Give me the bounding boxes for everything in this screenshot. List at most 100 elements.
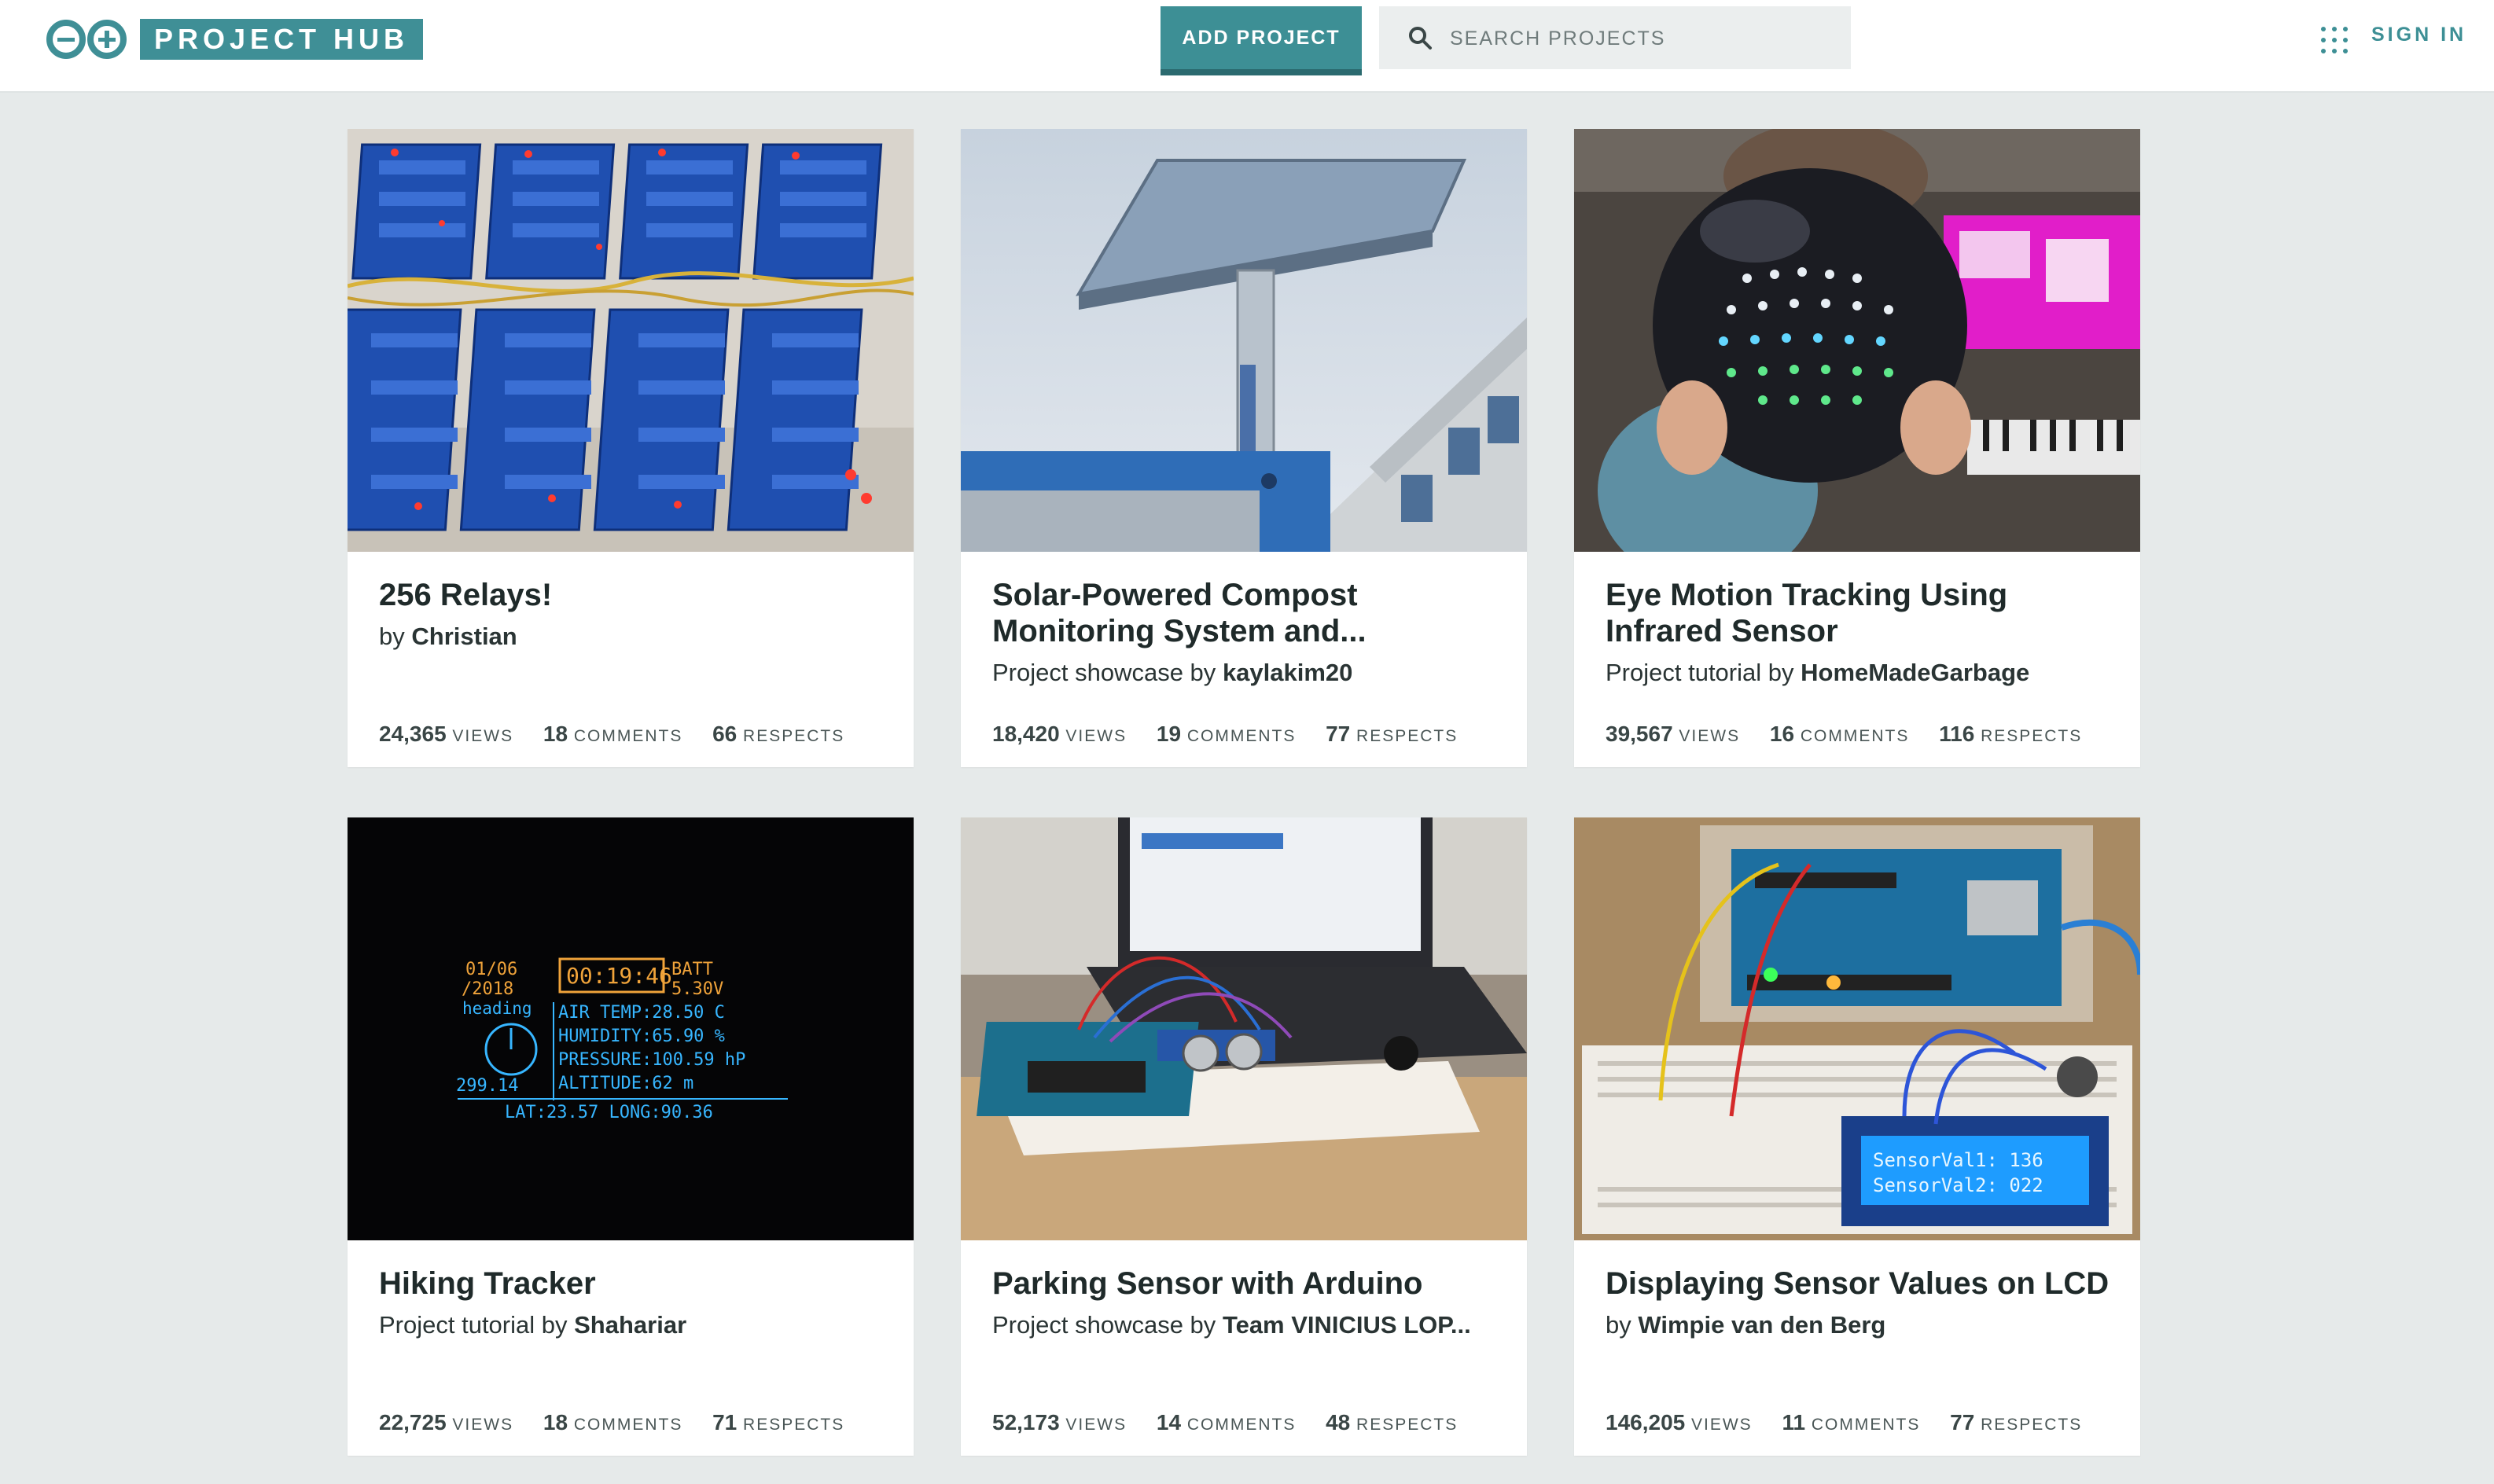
comments-count: 18 <box>543 722 568 746</box>
arduino-logo-icon[interactable] <box>44 19 129 60</box>
respects-count: 77 <box>1950 1410 1975 1434</box>
project-card[interactable]: Solar-Powered Compost Monitoring System … <box>961 129 1527 767</box>
project-stats: 52,173 VIEWS 14 COMMENTS 48 RESPECTS <box>992 1410 1481 1435</box>
project-thumbnail[interactable]: 01/06 /2018 00:19:46 BATT 5.30V heading … <box>348 817 914 1240</box>
comments-label: COMMENTS <box>1186 1416 1297 1434</box>
project-title[interactable]: Solar-Powered Compost Monitoring System … <box>992 577 1511 649</box>
author-link[interactable]: Shahariar <box>574 1311 686 1339</box>
oled-line-2: HUMIDITY:65.90 % <box>558 1027 725 1046</box>
comments-count: 19 <box>1156 722 1182 746</box>
author-link[interactable]: Christian <box>411 623 517 650</box>
byline-prefix: Project tutorial by <box>1606 659 1794 686</box>
project-byline: Project tutorial by HomeMadeGarbage <box>1606 659 2124 687</box>
respects-label: RESPECTS <box>743 727 845 745</box>
oled-batt: 5.30V <box>671 979 723 999</box>
comments-label: COMMENTS <box>1811 1416 1921 1434</box>
project-title[interactable]: Parking Sensor with Arduino <box>992 1265 1511 1302</box>
project-hub-logo[interactable]: PROJECT HUB <box>140 19 424 60</box>
project-card[interactable]: Parking Sensor with Arduino Project show… <box>961 817 1527 1456</box>
project-title[interactable]: Hiking Tracker <box>379 1265 898 1302</box>
views-count: 39,567 <box>1606 722 1673 746</box>
project-thumbnail[interactable] <box>348 129 914 552</box>
views-count: 52,173 <box>992 1410 1060 1434</box>
comments-count: 11 <box>1782 1410 1806 1434</box>
oled-time: 00:19:46 <box>566 963 672 989</box>
oled-batt-label: BATT <box>671 960 713 979</box>
respects-label: RESPECTS <box>743 1416 845 1434</box>
views-label: VIEWS <box>1065 727 1127 745</box>
views-label: VIEWS <box>452 727 514 745</box>
comments-count: 16 <box>1769 722 1795 746</box>
views-count: 24,365 <box>379 722 447 746</box>
project-stats: 18,420 VIEWS 19 COMMENTS 77 RESPECTS <box>992 722 1481 747</box>
project-title[interactable]: Displaying Sensor Values on LCD <box>1606 1265 2124 1302</box>
respects-count: 71 <box>712 1410 738 1434</box>
views-label: VIEWS <box>452 1416 514 1434</box>
project-byline: Project showcase by Team VINICIUS LOP... <box>992 1311 1511 1339</box>
comments-label: COMMENTS <box>573 727 683 745</box>
add-project-button[interactable]: ADD PROJECT <box>1161 6 1362 75</box>
byline-prefix: Project tutorial by <box>379 1311 568 1339</box>
author-link[interactable]: HomeMadeGarbage <box>1801 659 2029 686</box>
comments-label: COMMENTS <box>573 1416 683 1434</box>
respects-count: 48 <box>1326 1410 1351 1434</box>
search-input[interactable] <box>1448 6 1845 71</box>
project-stats: 146,205 VIEWS 11 COMMENTS 77 RESPECTS <box>1606 1410 2106 1435</box>
byline-prefix: by <box>379 623 405 650</box>
respects-count: 66 <box>712 722 738 746</box>
oled-footer: LAT:23.57 LONG:90.36 <box>505 1103 713 1122</box>
project-thumbnail[interactable]: SensorVal1: 136 SensorVal2: 022 <box>1574 817 2140 1240</box>
comments-count: 18 <box>543 1410 568 1434</box>
project-byline: Project tutorial by Shahariar <box>379 1311 898 1339</box>
project-title[interactable]: Eye Motion Tracking Using Infrared Senso… <box>1606 577 2124 649</box>
respects-count: 77 <box>1326 722 1351 746</box>
project-thumbnail[interactable] <box>961 129 1527 552</box>
views-label: VIEWS <box>1679 727 1741 745</box>
top-bar: PROJECT HUB ADD PROJECT SIGN IN <box>0 0 2494 93</box>
byline-prefix: Project showcase by <box>992 1311 1216 1339</box>
project-stats: 22,725 VIEWS 18 COMMENTS 71 RESPECTS <box>379 1410 868 1435</box>
oled-heading: 299.14 <box>456 1076 518 1096</box>
sign-in-link[interactable]: SIGN IN <box>2371 24 2466 46</box>
oled-date-line1: 01/06 <box>465 960 517 979</box>
respects-label: RESPECTS <box>1356 727 1459 745</box>
project-thumbnail[interactable] <box>1574 129 2140 552</box>
oled-line-1: AIR TEMP:28.50 C <box>558 1003 725 1023</box>
oled-heading-label: heading <box>462 999 532 1018</box>
byline-prefix: Project showcase by <box>992 659 1216 686</box>
respects-label: RESPECTS <box>1356 1416 1459 1434</box>
project-title[interactable]: 256 Relays! <box>379 577 898 613</box>
views-count: 18,420 <box>992 722 1060 746</box>
oled-line-3: PRESSURE:100.59 hP <box>558 1050 745 1070</box>
views-count: 146,205 <box>1606 1410 1686 1434</box>
comments-label: COMMENTS <box>1800 727 1910 745</box>
oled-line-4: ALTITUDE:62 m <box>558 1074 693 1093</box>
search-icon <box>1409 27 1432 50</box>
project-byline: by Wimpie van den Berg <box>1606 1311 2124 1339</box>
byline-prefix: by <box>1606 1311 1631 1339</box>
comments-label: COMMENTS <box>1186 727 1297 745</box>
views-label: VIEWS <box>1065 1416 1127 1434</box>
project-byline: Project showcase by kaylakim20 <box>992 659 1511 687</box>
project-stats: 24,365 VIEWS 18 COMMENTS 66 RESPECTS <box>379 722 868 747</box>
apps-grid-icon[interactable] <box>2319 25 2349 55</box>
project-card[interactable]: Eye Motion Tracking Using Infrared Senso… <box>1574 129 2140 767</box>
respects-label: RESPECTS <box>1981 1416 2083 1434</box>
oled-date-line2: /2018 <box>462 979 513 999</box>
lcd-line-1: SensorVal1: 136 <box>1873 1149 2043 1171</box>
project-card[interactable]: 01/06 /2018 00:19:46 BATT 5.30V heading … <box>348 817 914 1456</box>
author-link[interactable]: Wimpie van den Berg <box>1638 1311 1885 1339</box>
author-link[interactable]: kaylakim20 <box>1223 659 1352 686</box>
author-link[interactable]: Team VINICIUS LOP... <box>1223 1311 1471 1339</box>
project-card[interactable]: 256 Relays! by Christian 24,365 VIEWS 18… <box>348 129 914 767</box>
views-count: 22,725 <box>379 1410 447 1434</box>
lcd-line-2: SensorVal2: 022 <box>1873 1174 2043 1196</box>
search-box[interactable] <box>1379 6 1851 71</box>
project-byline: by Christian <box>379 623 898 651</box>
respects-count: 116 <box>1939 722 1975 746</box>
project-thumbnail[interactable] <box>961 817 1527 1240</box>
comments-count: 14 <box>1156 1410 1182 1434</box>
project-stats: 39,567 VIEWS 16 COMMENTS 116 RESPECTS <box>1606 722 2106 747</box>
views-label: VIEWS <box>1691 1416 1753 1434</box>
project-card[interactable]: SensorVal1: 136 SensorVal2: 022 Displayi… <box>1574 817 2140 1456</box>
